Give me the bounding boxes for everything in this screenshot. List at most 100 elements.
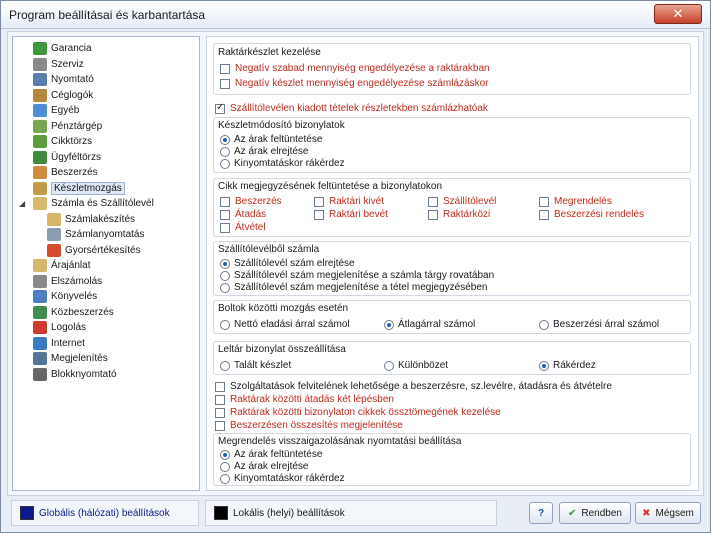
note-szallitolevel-checkbox[interactable]: [428, 196, 438, 207]
stock-docs-show-prices[interactable]: Az árak feltüntetése: [220, 134, 322, 145]
shop-move-average-price[interactable]: Átlagárral számol: [384, 319, 475, 330]
inventory-doc-difference[interactable]: Különbözet: [384, 360, 448, 371]
inventory-doc-ask-radio[interactable]: [539, 360, 549, 371]
note-raktarkozi-checkbox[interactable]: [428, 209, 438, 220]
note-beszerzesi-rendeles-option[interactable]: Beszerzési rendelés: [539, 209, 644, 220]
stock-docs-show-prices-radio[interactable]: [220, 134, 230, 145]
collapse-arrow-icon[interactable]: ◢: [19, 199, 28, 208]
tree-item-21[interactable]: Blokknyomtató: [33, 367, 117, 382]
shop-move-title: Boltok közötti mozgás esetén: [218, 303, 349, 314]
close-button[interactable]: ✕: [654, 4, 702, 24]
services-option[interactable]: Szolgáltatások felvitelének lehetősége a…: [215, 381, 612, 392]
tree-item-18[interactable]: Logolás: [33, 320, 86, 335]
tree-item-19[interactable]: Internet: [33, 336, 85, 351]
shop-move-average-price-radio[interactable]: [384, 319, 394, 330]
tree-item-8[interactable]: Beszerzés: [33, 165, 98, 180]
note-megrendeles-option[interactable]: Megrendelés: [539, 196, 612, 207]
note-atadas-option[interactable]: Átadás: [220, 209, 266, 220]
note-raktari-kivet-checkbox[interactable]: [314, 196, 324, 207]
tree-item-16[interactable]: Könyvelés: [33, 289, 97, 304]
partial-delivery-option[interactable]: Szállítólevélen kiadott tételek részlete…: [215, 102, 488, 114]
note-beszerzes-option[interactable]: Beszerzés: [220, 196, 282, 207]
note-atvetel-option[interactable]: Átvétel: [220, 222, 266, 233]
checkmark-icon: ✔: [568, 507, 577, 519]
order-print-show-prices-radio[interactable]: [220, 449, 230, 460]
tree-item-20[interactable]: Megjelenítés: [33, 351, 108, 366]
note-beszerzes-checkbox[interactable]: [220, 196, 230, 207]
order-print-hide-prices-radio[interactable]: [220, 461, 230, 472]
inventory-doc-ask[interactable]: Rákérdez: [539, 360, 596, 371]
inventory-doc-found[interactable]: Talált készlet: [220, 360, 291, 371]
delivery-number-in-subject[interactable]: Szállítólevél szám megjelenítése a száml…: [220, 270, 494, 281]
negative-free-qty-option[interactable]: Negatív szabad mennyiség engedélyezése a…: [220, 63, 490, 74]
help-button[interactable]: ?: [529, 502, 553, 524]
tree-item-4[interactable]: Egyéb: [33, 103, 79, 118]
note-raktari-kivet-option[interactable]: Raktári kivét: [314, 196, 384, 207]
two-step-transfer-option[interactable]: Raktárak közötti átadás két lépésben: [215, 394, 394, 405]
note-raktari-bevet-checkbox[interactable]: [314, 209, 324, 220]
stock-docs-hide-prices-radio[interactable]: [220, 146, 230, 157]
tree-item-10[interactable]: ◢ Számla és Szállítólevél: [19, 196, 154, 211]
total-weight-checkbox[interactable]: [215, 407, 225, 418]
negative-stock-checkbox[interactable]: [220, 78, 230, 89]
delivery-hide-number-radio[interactable]: [220, 258, 230, 269]
inventory-doc-ask-label: Rákérdez: [553, 360, 596, 371]
note-atvetel-checkbox[interactable]: [220, 222, 230, 233]
shield-icon: [33, 42, 47, 55]
tree-item-6[interactable]: Cikktörzs: [33, 134, 92, 149]
shop-move-purchase-price-radio[interactable]: [539, 319, 549, 330]
tree-item-3[interactable]: Céglogók: [33, 88, 93, 103]
note-raktarkozi-option[interactable]: Raktárközi: [428, 209, 490, 220]
tree-item-2[interactable]: Nyomtató: [33, 72, 94, 87]
tree-item-13[interactable]: Gyorsértékesítés: [47, 243, 141, 258]
shop-move-purchase-price[interactable]: Beszerzési árral számol: [539, 319, 659, 330]
shop-move-net-price-radio[interactable]: [220, 319, 230, 330]
inventory-doc-found-radio[interactable]: [220, 360, 230, 371]
order-print-ask-radio[interactable]: [220, 473, 230, 484]
note-atvetel-label: Átvétel: [235, 222, 266, 233]
tree-item-7[interactable]: Ügyféltörzs: [33, 150, 101, 165]
tree-item-0[interactable]: Garancia: [33, 41, 92, 56]
note-beszerzesi-rendeles-checkbox[interactable]: [539, 209, 549, 220]
order-print-show-prices[interactable]: Az árak feltüntetése: [220, 449, 322, 460]
note-raktari-bevet-label: Raktári bevét: [329, 209, 388, 220]
note-szallitolevel-option[interactable]: Szállítólevél: [428, 196, 496, 207]
tree-item-12[interactable]: Számlanyomtatás: [47, 227, 144, 242]
stock-docs-hide-prices[interactable]: Az árak elrejtése: [220, 146, 308, 157]
delivery-number-in-subject-radio[interactable]: [220, 270, 230, 281]
tree-item-14[interactable]: Árajánlat: [33, 258, 90, 273]
tree-item-label: Blokknyomtató: [51, 368, 117, 380]
note-raktari-bevet-option[interactable]: Raktári bevét: [314, 209, 388, 220]
purchase-summary-option[interactable]: Beszerzésen összesítés megjelenítése: [215, 420, 403, 431]
tree-item-17[interactable]: Közbeszerzés: [33, 305, 114, 320]
stock-docs-ask[interactable]: Kinyomtatáskor rákérdez: [220, 158, 345, 169]
note-megrendeles-checkbox[interactable]: [539, 196, 549, 207]
negative-stock-option[interactable]: Negatív készlet mennyiség engedélyezése …: [220, 78, 488, 89]
cancel-button[interactable]: ✖ Mégsem: [635, 502, 701, 524]
tree-item-9[interactable]: Készletmozgás: [33, 181, 125, 196]
partial-delivery-checkbox[interactable]: [215, 102, 225, 114]
tree-item-1[interactable]: Szerviz: [33, 57, 84, 72]
services-checkbox[interactable]: [215, 381, 225, 392]
close-icon: ✕: [672, 6, 684, 21]
total-weight-option[interactable]: Raktárak közötti bizonylaton cikkek össz…: [215, 407, 501, 418]
tree-item-11[interactable]: Számlakészítés: [47, 212, 135, 227]
stock-docs-ask-radio[interactable]: [220, 158, 230, 169]
delivery-hide-number[interactable]: Szállítólevél szám elrejtése: [220, 258, 355, 269]
order-print-ask[interactable]: Kinyomtatáskor rákérdez: [220, 473, 345, 484]
shop-move-net-price[interactable]: Nettó eladási árral számol: [220, 319, 350, 330]
two-step-transfer-checkbox[interactable]: [215, 394, 225, 405]
stock-docs-show-prices-label: Az árak feltüntetése: [234, 134, 323, 145]
delivery-number-in-note[interactable]: Szállítólevél szám megjelenítése a tétel…: [220, 282, 487, 293]
order-print-hide-prices[interactable]: Az árak elrejtése: [220, 461, 308, 472]
ok-button[interactable]: ✔ Rendben: [559, 502, 631, 524]
tree-item-15[interactable]: Elszámolás: [33, 274, 102, 289]
tree-item-5[interactable]: Pénztárgép: [33, 119, 102, 134]
negative-free-qty-checkbox[interactable]: [220, 63, 230, 74]
purchase-summary-checkbox[interactable]: [215, 420, 225, 431]
inventory-doc-difference-radio[interactable]: [384, 360, 394, 371]
tree-item-label: Nyomtató: [51, 74, 94, 85]
tree-item-label: Céglogók: [51, 89, 94, 101]
delivery-number-in-note-radio[interactable]: [220, 282, 230, 293]
note-atadas-checkbox[interactable]: [220, 209, 230, 220]
